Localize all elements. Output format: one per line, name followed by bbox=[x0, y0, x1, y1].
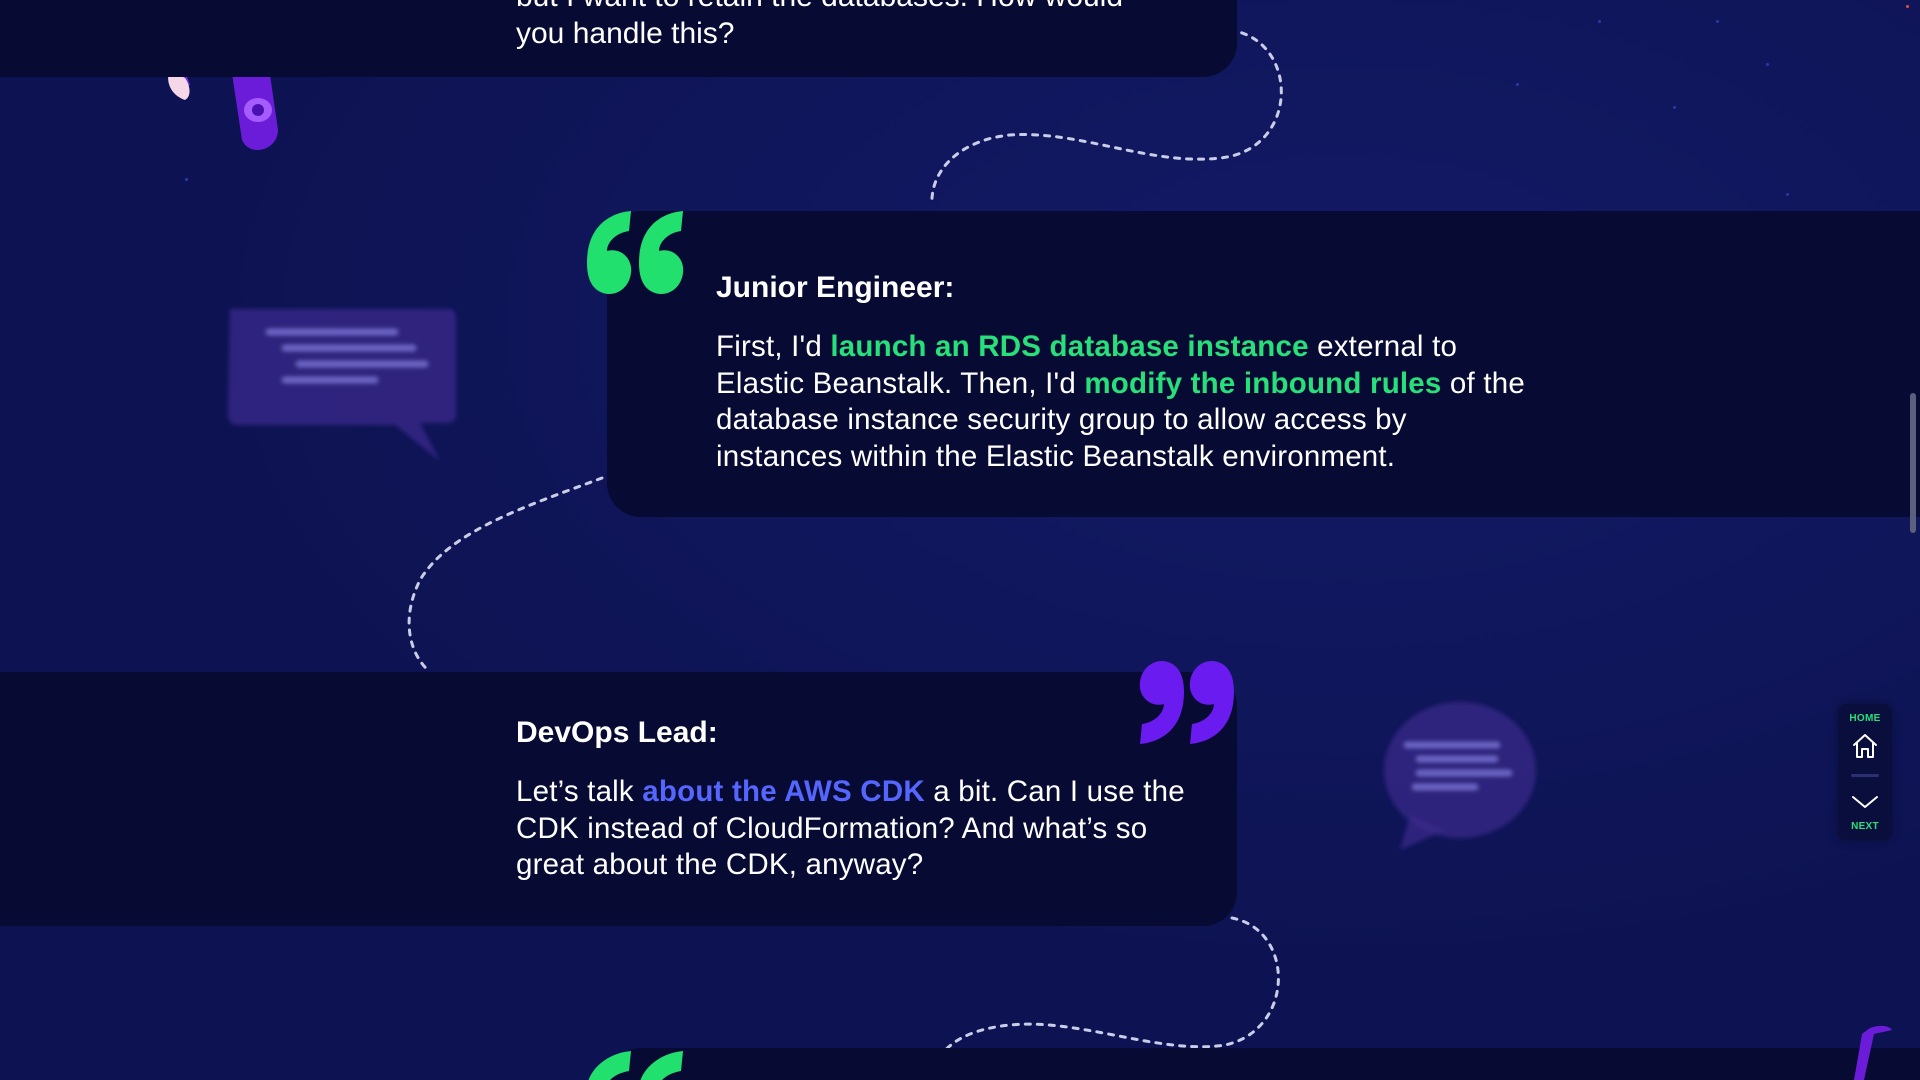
chat-bubble-icon bbox=[228, 309, 456, 461]
page: but I want to retain the databases. How … bbox=[0, 0, 1920, 1080]
chat-bubble-icon bbox=[1384, 702, 1536, 850]
highlight-phrase: launch an RDS database instance bbox=[830, 330, 1309, 363]
highlight-phrase: about the AWS CDK bbox=[642, 775, 925, 808]
open-quote-icon bbox=[588, 1051, 683, 1080]
page-scrollbar[interactable] bbox=[1910, 393, 1916, 533]
home-icon[interactable] bbox=[1850, 732, 1880, 760]
text-segment: First, I'd bbox=[716, 330, 831, 363]
highlight-phrase: modify the inbound rules bbox=[1084, 366, 1442, 400]
home-label[interactable]: HOME bbox=[1838, 713, 1892, 724]
nav-divider bbox=[1851, 774, 1879, 777]
speaker-name-junior: Junior Engineer: bbox=[716, 271, 955, 304]
previous-dialogue-line: but I want to retain the databases. How … bbox=[516, 0, 1256, 15]
next-label[interactable]: NEXT bbox=[1838, 821, 1892, 832]
floating-nav: HOME NEXT bbox=[1838, 704, 1892, 840]
previous-dialogue-line: you handle this? bbox=[516, 17, 735, 50]
dialogue-card-next bbox=[607, 1048, 1920, 1080]
dialogue-text-devops: Let’s talk about the AWS CDK a bit. Can … bbox=[516, 774, 1196, 884]
text-segment: Let’s talk bbox=[516, 775, 643, 808]
close-quote-icon bbox=[1139, 660, 1234, 744]
chevron-down-icon[interactable] bbox=[1850, 792, 1880, 812]
open-quote-icon bbox=[587, 211, 684, 295]
robot-illustration bbox=[1854, 1025, 1892, 1080]
dialogue-text-junior: First, I'd launch an RDS database instan… bbox=[716, 329, 1536, 475]
previous-dialogue-text: but I want to retain the databases. How … bbox=[516, 0, 1256, 52]
speaker-name-devops: DevOps Lead: bbox=[516, 716, 718, 749]
